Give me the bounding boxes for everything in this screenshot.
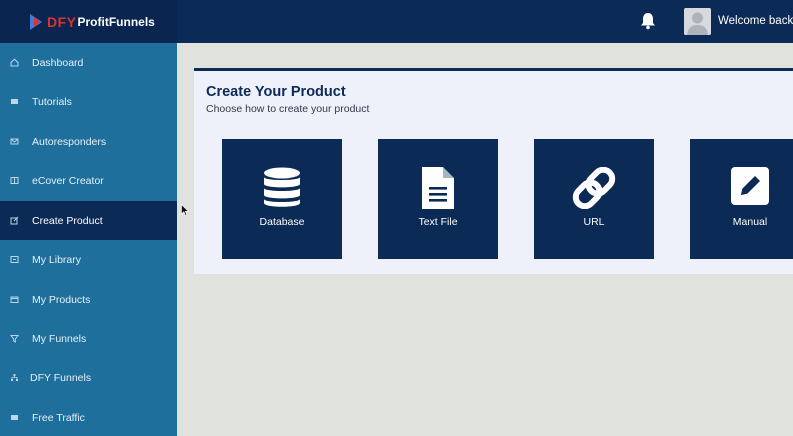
file-text-icon xyxy=(422,167,454,209)
sidebar-item-label: Free Traffic xyxy=(32,411,85,424)
database-icon xyxy=(264,167,300,207)
mouse-cursor-icon xyxy=(181,204,189,216)
logo-dfy-text: DFY xyxy=(47,13,77,30)
sidebar-item-autoresponders[interactable]: Autoresponders xyxy=(0,122,177,161)
sidebar-item-label: Dashboard xyxy=(32,56,84,69)
option-label: URL xyxy=(583,216,605,228)
sidebar-item-dfy-funnels[interactable]: DFY Funnels xyxy=(0,358,177,397)
brand-logo[interactable]: DFY ProfitFunnels xyxy=(0,0,177,43)
sidebar-item-dashboard[interactable]: Dashboard xyxy=(0,43,177,82)
sidebar-item-label: Autoresponders xyxy=(32,135,107,148)
user-silhouette-icon xyxy=(684,8,711,35)
sidebar-item-label: Tutorials xyxy=(32,95,72,108)
link-icon xyxy=(572,167,616,209)
filter-icon xyxy=(10,335,19,343)
option-label: Database xyxy=(259,216,305,228)
sidebar-item-label: My Funnels xyxy=(32,332,87,345)
create-product-card: Create Your Product Choose how to create… xyxy=(194,68,793,274)
welcome-text[interactable]: Welcome back, xyxy=(718,15,793,27)
library-icon xyxy=(10,256,19,263)
option-url-button[interactable]: URL xyxy=(534,139,654,259)
option-label: Text File xyxy=(418,216,458,228)
sitemap-icon xyxy=(11,374,18,381)
list-icon xyxy=(11,415,18,420)
option-database-button[interactable]: Database xyxy=(222,139,342,259)
sidebar-item-my-products[interactable]: My Products xyxy=(0,280,177,319)
book-icon xyxy=(10,177,19,184)
envelope-icon xyxy=(10,138,19,145)
pencil-square-icon xyxy=(731,167,769,205)
sidebar-item-label: My Library xyxy=(32,253,82,266)
sidebar-item-free-traffic[interactable]: Free Traffic xyxy=(0,398,177,436)
bell-icon[interactable] xyxy=(640,12,656,30)
sidebar-item-label: eCover Creator xyxy=(32,174,104,187)
sidebar-item-label: DFY Funnels xyxy=(30,371,92,384)
page-subtitle: Choose how to create your product xyxy=(206,103,370,115)
user-avatar[interactable] xyxy=(684,8,711,35)
option-label: Manual xyxy=(732,216,768,228)
box-icon xyxy=(10,296,19,303)
option-manual-button[interactable]: Manual xyxy=(690,139,793,259)
sidebar: Dashboard Tutorials Autoresponders eCove… xyxy=(0,43,177,436)
sidebar-item-my-funnels[interactable]: My Funnels xyxy=(0,319,177,358)
edit-icon xyxy=(10,216,19,225)
sidebar-item-label: Create Product xyxy=(32,214,103,227)
logo-name-text: ProfitFunnels xyxy=(77,14,155,29)
sidebar-item-label: My Products xyxy=(32,293,91,306)
option-text-file-button[interactable]: Text File xyxy=(378,139,498,259)
home-icon xyxy=(10,58,19,67)
sidebar-item-tutorials[interactable]: Tutorials xyxy=(0,82,177,121)
sidebar-item-create-product[interactable]: Create Product xyxy=(0,201,177,240)
page-title: Create Your Product xyxy=(206,84,346,100)
top-bar: DFY ProfitFunnels Welcome back, xyxy=(0,0,793,43)
logo-mark-icon xyxy=(30,13,42,30)
sidebar-item-ecover-creator[interactable]: eCover Creator xyxy=(0,161,177,200)
list-icon xyxy=(11,99,18,104)
sidebar-item-my-library[interactable]: My Library xyxy=(0,240,177,279)
